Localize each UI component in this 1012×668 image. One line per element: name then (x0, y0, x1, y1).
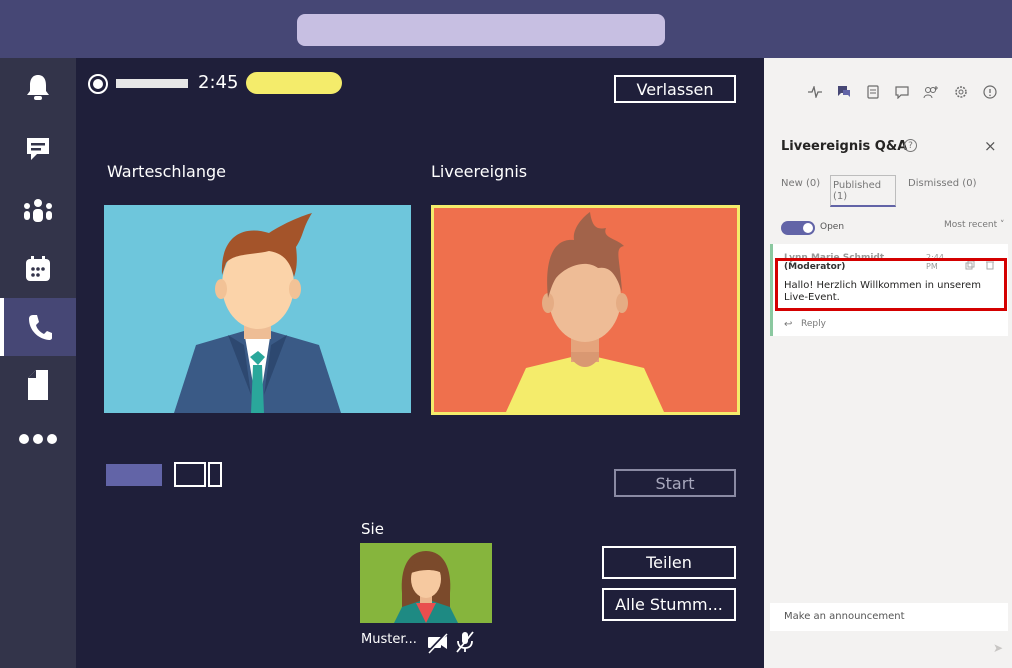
highlight-box (775, 258, 1007, 311)
announcement-placeholder: Make an announcement (784, 611, 905, 622)
info-icon[interactable] (982, 84, 998, 100)
open-toggle[interactable] (781, 221, 815, 235)
mic-off-icon[interactable] (454, 630, 476, 654)
search-input[interactable] (297, 14, 665, 46)
reply-link[interactable]: Reply (801, 319, 826, 329)
notes-icon[interactable] (865, 84, 881, 100)
rail-item-teams[interactable] (0, 182, 76, 240)
top-bar (0, 0, 1012, 58)
rail-item-files[interactable] (0, 356, 76, 414)
calendar-icon (26, 256, 50, 281)
person-avatar-live (434, 208, 737, 412)
gear-icon[interactable] (953, 84, 969, 100)
recording-progress (116, 79, 188, 88)
rail-item-calendar[interactable] (0, 240, 76, 298)
queue-video[interactable] (104, 205, 411, 413)
reply-icon[interactable]: ↩ (784, 319, 792, 330)
self-video[interactable] (360, 543, 492, 623)
rail-item-more[interactable] (0, 410, 76, 468)
send-icon[interactable]: ➤ (993, 641, 1003, 655)
camera-off-icon[interactable] (426, 630, 450, 654)
meeting-timer: 2:45 (198, 72, 239, 93)
close-icon[interactable]: × (984, 137, 997, 155)
start-button[interactable]: Start (614, 469, 736, 497)
sort-dropdown[interactable]: Most recent ˅ (944, 220, 1004, 230)
tab-published[interactable]: Published (1) (830, 175, 896, 207)
chat-icon (27, 138, 49, 160)
toggle-label: Open (820, 222, 845, 232)
rail-item-calls[interactable] (0, 298, 76, 356)
live-video[interactable] (431, 205, 740, 415)
person-avatar-woman (360, 543, 492, 623)
people-add-icon[interactable] (923, 84, 939, 100)
share-button[interactable]: Teilen (602, 546, 736, 579)
queue-label: Warteschlange (107, 162, 226, 181)
phone-icon (29, 315, 52, 340)
panel-title: Liveereignis Q&A (781, 139, 908, 154)
self-label: Sie (361, 520, 384, 538)
self-name: Muster... (361, 632, 417, 647)
teams-icon (24, 199, 52, 222)
live-label: Liveereignis (431, 162, 528, 181)
rail-item-activity[interactable] (0, 58, 76, 116)
bell-icon (27, 75, 49, 100)
layout-single-button[interactable] (106, 464, 162, 486)
announcement-input[interactable]: Make an announcement (770, 603, 1008, 631)
file-icon (28, 370, 48, 400)
person-avatar-man (104, 205, 411, 413)
mute-all-button[interactable]: Alle Stumm... (602, 588, 736, 621)
more-icon (19, 434, 57, 444)
leave-button[interactable]: Verlassen (614, 75, 736, 103)
tab-dismissed[interactable]: Dismissed (0) (908, 178, 976, 189)
chat-panel-icon[interactable] (894, 84, 910, 100)
qa-icon[interactable] (836, 84, 852, 100)
tab-new[interactable]: New (0) (781, 178, 820, 189)
app-rail (0, 58, 76, 668)
activity-icon[interactable] (807, 84, 823, 100)
layout-split-button[interactable] (174, 462, 222, 487)
status-pill (246, 72, 342, 94)
help-icon[interactable]: ? (904, 139, 917, 152)
rail-item-chat[interactable] (0, 120, 76, 178)
recording-icon (88, 74, 108, 94)
